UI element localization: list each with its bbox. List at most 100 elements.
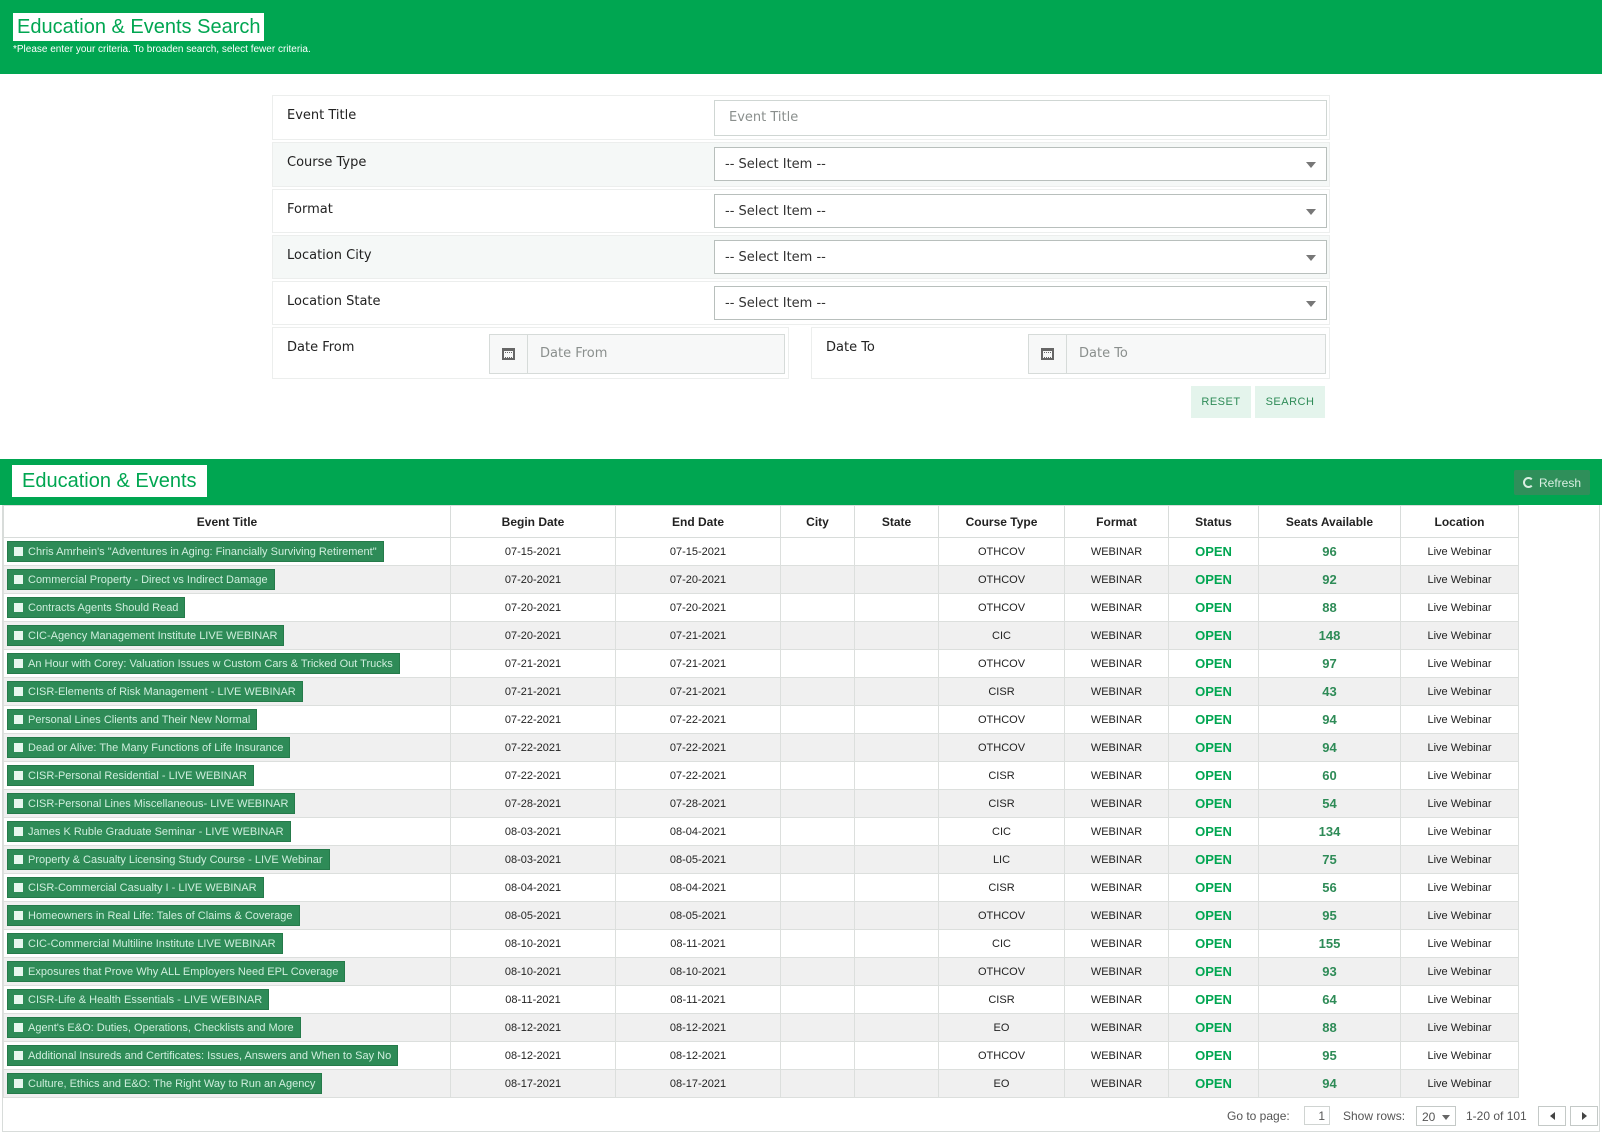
- location-cell: Live Webinar: [1400, 901, 1519, 930]
- event-title-text: Agent's E&O: Duties, Operations, Checkli…: [28, 1021, 294, 1034]
- event-link[interactable]: Additional Insureds and Certificates: Is…: [7, 1045, 399, 1066]
- status-cell: OPEN: [1168, 677, 1259, 706]
- col-status[interactable]: Status: [1168, 505, 1259, 538]
- col-format[interactable]: Format: [1064, 505, 1169, 538]
- col-end-date[interactable]: End Date: [615, 505, 781, 538]
- state-cell: [854, 873, 939, 902]
- page-number-input[interactable]: 1: [1304, 1106, 1330, 1125]
- seats-cell: 94: [1258, 705, 1401, 734]
- search-button[interactable]: SEARCH: [1255, 386, 1325, 418]
- page-title: Education & Events Search: [13, 13, 265, 41]
- event-link[interactable]: CIC-Agency Management Institute LIVE WEB…: [7, 625, 285, 646]
- seats-cell: 95: [1258, 901, 1401, 930]
- col-city[interactable]: City: [780, 505, 855, 538]
- begin-cell: 08-05-2021: [450, 901, 616, 930]
- event-link[interactable]: Personal Lines Clients and Their New Nor…: [7, 709, 258, 730]
- course-cell: OTHCOV: [938, 733, 1065, 762]
- date-from-group: Date From Date From: [272, 327, 789, 379]
- event-link[interactable]: CISR-Personal Lines Miscellaneous- LIVE …: [7, 793, 296, 814]
- status-cell: OPEN: [1168, 733, 1259, 762]
- col-event-title[interactable]: Event Title: [3, 505, 451, 538]
- city-cell: [780, 1069, 855, 1098]
- city-cell: [780, 621, 855, 650]
- location-cell: Live Webinar: [1400, 593, 1519, 622]
- course-cell: CIC: [938, 929, 1065, 958]
- go-to-page-label: Go to page:: [1227, 1109, 1290, 1123]
- event-link[interactable]: Chris Amrhein's "Adventures in Aging: Fi…: [7, 541, 384, 562]
- location-city-select[interactable]: -- Select Item --: [714, 240, 1327, 274]
- format-cell: WEBINAR: [1064, 789, 1169, 818]
- location-city-value: -- Select Item --: [725, 250, 826, 265]
- calendar-icon: [14, 575, 23, 584]
- event-link[interactable]: CISR-Life & Health Essentials - LIVE WEB…: [7, 989, 270, 1010]
- prev-page-button[interactable]: [1538, 1106, 1566, 1126]
- format-cell: WEBINAR: [1064, 621, 1169, 650]
- format-cell: WEBINAR: [1064, 565, 1169, 594]
- location-cell: Live Webinar: [1400, 929, 1519, 958]
- event-link[interactable]: CISR-Commercial Casualty I - LIVE WEBINA…: [7, 877, 264, 898]
- location-state-value: -- Select Item --: [725, 296, 826, 311]
- state-cell: [854, 677, 939, 706]
- date-from-input[interactable]: Date From: [489, 334, 785, 374]
- calendar-icon: [14, 631, 23, 640]
- event-link[interactable]: CIC-Commercial Multiline Institute LIVE …: [7, 933, 283, 954]
- col-begin-date[interactable]: Begin Date: [450, 505, 616, 538]
- event-link[interactable]: Culture, Ethics and E&O: The Right Way t…: [7, 1073, 323, 1094]
- end-cell: 08-04-2021: [615, 817, 781, 846]
- state-cell: [854, 1041, 939, 1070]
- col-seats-available[interactable]: Seats Available: [1258, 505, 1401, 538]
- rows-per-page-select[interactable]: 20: [1416, 1106, 1456, 1126]
- event-link[interactable]: James K Ruble Graduate Seminar - LIVE WE…: [7, 821, 291, 842]
- event-title-text: CISR-Personal Residential - LIVE WEBINAR: [28, 769, 247, 782]
- seats-cell: 75: [1258, 845, 1401, 874]
- city-cell: [780, 593, 855, 622]
- end-cell: 08-12-2021: [615, 1041, 781, 1070]
- end-cell: 08-11-2021: [615, 929, 781, 958]
- event-link[interactable]: Homeowners in Real Life: Tales of Claims…: [7, 905, 300, 926]
- location-city-row: Location City -- Select Item --: [272, 235, 1330, 279]
- begin-cell: 07-21-2021: [450, 649, 616, 678]
- date-to-input[interactable]: Date To: [1028, 334, 1326, 374]
- event-link[interactable]: An Hour with Corey: Valuation Issues w C…: [7, 653, 400, 674]
- course-type-select[interactable]: -- Select Item --: [714, 147, 1327, 181]
- format-cell: WEBINAR: [1064, 1069, 1169, 1098]
- calendar-icon[interactable]: [490, 335, 528, 373]
- seats-cell: 88: [1258, 593, 1401, 622]
- next-page-button[interactable]: [1570, 1106, 1598, 1126]
- location-cell: Live Webinar: [1400, 845, 1519, 874]
- status-cell: OPEN: [1168, 873, 1259, 902]
- begin-cell: 08-17-2021: [450, 1069, 616, 1098]
- event-link[interactable]: Exposures that Prove Why ALL Employers N…: [7, 961, 346, 982]
- location-cell: Live Webinar: [1400, 873, 1519, 902]
- format-select[interactable]: -- Select Item --: [714, 194, 1327, 228]
- calendar-icon[interactable]: [1029, 335, 1067, 373]
- event-link[interactable]: CISR-Personal Residential - LIVE WEBINAR: [7, 765, 254, 786]
- event-link[interactable]: Commercial Property - Direct vs Indirect…: [7, 569, 275, 590]
- location-state-select[interactable]: -- Select Item --: [714, 286, 1327, 320]
- begin-cell: 07-15-2021: [450, 537, 616, 566]
- event-title-text: Personal Lines Clients and Their New Nor…: [28, 713, 251, 726]
- event-link[interactable]: Contracts Agents Should Read: [7, 597, 186, 618]
- status-cell: OPEN: [1168, 621, 1259, 650]
- seats-cell: 95: [1258, 1041, 1401, 1070]
- event-title-cell: CISR-Personal Lines Miscellaneous- LIVE …: [3, 789, 451, 818]
- table-row: CISR-Personal Residential - LIVE WEBINAR…: [3, 761, 1519, 790]
- begin-cell: 08-12-2021: [450, 1041, 616, 1070]
- format-cell: WEBINAR: [1064, 761, 1169, 790]
- col-course-type[interactable]: Course Type: [938, 505, 1065, 538]
- event-link[interactable]: Property & Casualty Licensing Study Cour…: [7, 849, 330, 870]
- col-state[interactable]: State: [854, 505, 939, 538]
- reset-button[interactable]: RESET: [1191, 386, 1251, 418]
- event-link[interactable]: CISR-Elements of Risk Management - LIVE …: [7, 681, 303, 702]
- end-cell: 07-20-2021: [615, 593, 781, 622]
- event-title-text: James K Ruble Graduate Seminar - LIVE WE…: [28, 825, 284, 838]
- col-location[interactable]: Location: [1400, 505, 1519, 538]
- course-cell: CIC: [938, 621, 1065, 650]
- date-to-label: Date To: [826, 340, 875, 355]
- refresh-button[interactable]: Refresh: [1514, 470, 1590, 495]
- event-title-input[interactable]: Event Title: [714, 100, 1327, 136]
- state-cell: [854, 985, 939, 1014]
- event-link[interactable]: Agent's E&O: Duties, Operations, Checkli…: [7, 1017, 301, 1038]
- format-cell: WEBINAR: [1064, 649, 1169, 678]
- event-link[interactable]: Dead or Alive: The Many Functions of Lif…: [7, 737, 291, 758]
